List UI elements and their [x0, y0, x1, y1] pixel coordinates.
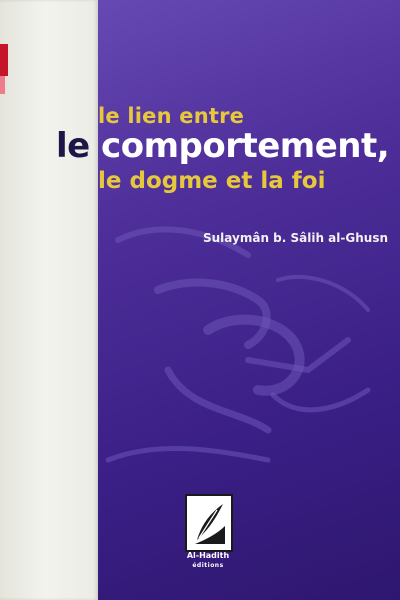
title-line-1: le lien entre — [98, 104, 245, 128]
publisher-name: Al-Hadith — [186, 551, 230, 560]
title-line-3: le dogme et la foi — [98, 168, 326, 194]
book-spine — [0, 0, 98, 600]
title-line-2-rest: comportement, — [89, 126, 390, 166]
publisher-subtitle: éditions — [192, 562, 224, 569]
title-line-2: le comportement, — [56, 126, 390, 166]
book-cover: le lien entre le comportement, le dogme … — [0, 0, 400, 600]
publisher-logo: Al-Hadith éditions — [180, 494, 236, 580]
spine-pink-tab — [0, 76, 5, 94]
spine-red-tab — [0, 44, 8, 76]
calligraphy-watermark — [105, 226, 371, 463]
quill-logo-icon — [185, 494, 233, 552]
author-name: Sulaymân b. Sâlih al-Ghusn — [203, 231, 388, 245]
title-line-2-first-word: le — [56, 126, 90, 166]
